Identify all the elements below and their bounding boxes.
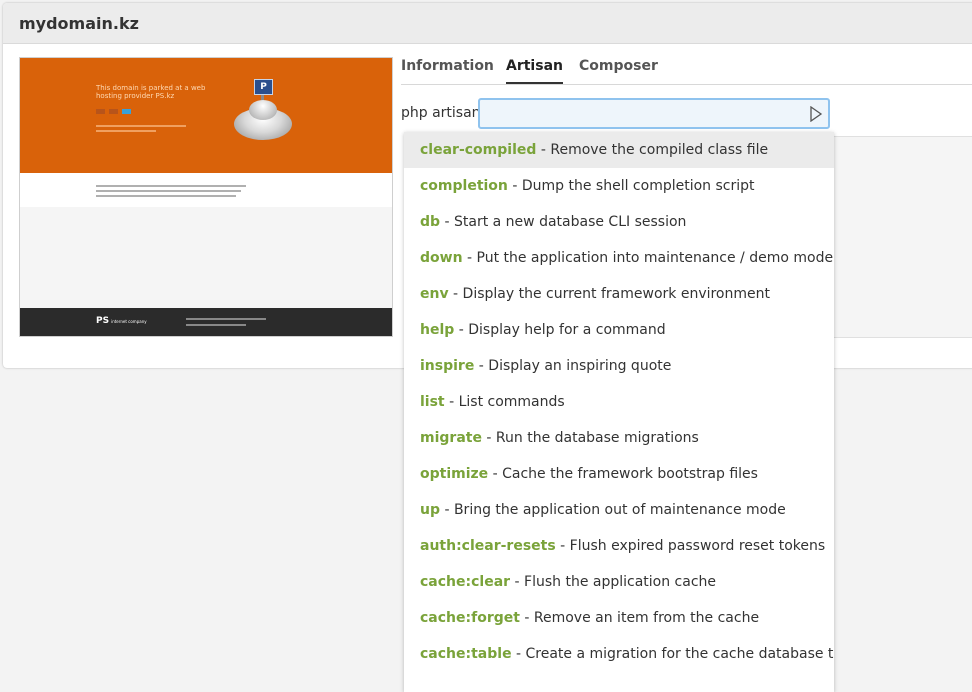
- command-prefix-label: php artisan: [401, 105, 481, 121]
- suggestion-command-name: auth:clear-resets: [420, 538, 556, 554]
- preview-logo-text: PS: [96, 316, 110, 326]
- suggestion-item[interactable]: help - Display help for a command: [404, 312, 834, 348]
- suggestion-command-name: clear-compiled: [420, 142, 537, 158]
- command-suggestions-dropdown: clear-compiled - Remove the compiled cla…: [404, 132, 834, 692]
- suggestion-description: - Display the current framework environm…: [453, 286, 770, 302]
- suggestion-command-name: cache:forget: [420, 610, 520, 626]
- preview-footer-line: [186, 324, 246, 326]
- suggestion-item[interactable]: clear-compiled - Remove the compiled cla…: [404, 132, 834, 168]
- suggestion-item[interactable]: env - Display the current framework envi…: [404, 276, 834, 312]
- artisan-command-field[interactable]: [478, 98, 830, 129]
- suggestion-command-name: db: [420, 214, 441, 230]
- suggestion-description: - Flush expired password reset tokens: [560, 538, 826, 554]
- suggestion-description: - Create a migration for the cache datab…: [516, 646, 834, 662]
- suggestion-description: - Display an inspiring quote: [478, 358, 672, 374]
- ufo-dome-icon: [249, 100, 277, 120]
- suggestion-item[interactable]: db - Start a new database CLI session: [404, 204, 834, 240]
- suggestion-command-name: migrate: [420, 430, 482, 446]
- suggestion-command-name: env: [420, 286, 449, 302]
- preview-footer: [20, 308, 392, 336]
- suggestion-description: - Cache the framework bootstrap files: [492, 466, 758, 482]
- preview-text-line: [96, 195, 236, 197]
- suggestion-command-name: help: [420, 322, 455, 338]
- card-header: [3, 3, 972, 44]
- domain-title: mydomain.kz: [19, 14, 139, 33]
- suggestion-description: - Remove an item from the cache: [524, 610, 760, 626]
- suggestion-description: - Put the application into maintenance /…: [467, 250, 834, 266]
- suggestion-command-name: completion: [420, 178, 508, 194]
- tab-bar: Information Artisan Composer: [401, 58, 972, 85]
- preview-button: [96, 109, 105, 114]
- suggestion-command-name: down: [420, 250, 463, 266]
- suggestion-item[interactable]: cache:clear - Flush the application cach…: [404, 564, 834, 600]
- tab-information[interactable]: Information: [401, 58, 494, 84]
- suggestion-description: - List commands: [449, 394, 565, 410]
- suggestion-description: - Run the database migrations: [486, 430, 699, 446]
- suggestion-item[interactable]: cache:forget - Remove an item from the c…: [404, 600, 834, 636]
- suggestion-description: - Flush the application cache: [514, 574, 717, 590]
- preview-text-line: [96, 190, 241, 192]
- preview-footer-line: [186, 318, 266, 320]
- suggestion-item[interactable]: migrate - Run the database migrations: [404, 420, 834, 456]
- parking-sign-icon: P: [254, 79, 273, 95]
- preview-text-line: [96, 125, 186, 127]
- preview-footer-logo: PS internet company: [96, 316, 147, 326]
- suggestion-command-name: cache:table: [420, 646, 512, 662]
- suggestion-description: - Dump the shell completion script: [512, 178, 755, 194]
- suggestion-description: - Display help for a command: [458, 322, 666, 338]
- preview-button: [109, 109, 118, 114]
- suggestion-item[interactable]: completion - Dump the shell completion s…: [404, 168, 834, 204]
- suggestion-item[interactable]: optimize - Cache the framework bootstrap…: [404, 456, 834, 492]
- artisan-command-input[interactable]: [484, 103, 788, 126]
- suggestion-description: - Remove the compiled class file: [540, 142, 769, 158]
- site-preview-thumbnail[interactable]: This domain is parked at a web hosting p…: [19, 57, 393, 337]
- tab-artisan[interactable]: Artisan: [506, 58, 563, 84]
- preview-button: [122, 109, 131, 114]
- suggestion-item[interactable]: inspire - Display an inspiring quote: [404, 348, 834, 384]
- suggestion-description: - Bring the application out of maintenan…: [444, 502, 786, 518]
- command-output-area: [832, 136, 972, 338]
- suggestion-description: - Start a new database CLI session: [444, 214, 687, 230]
- suggestion-item[interactable]: up - Bring the application out of mainte…: [404, 492, 834, 528]
- tab-composer[interactable]: Composer: [579, 58, 658, 84]
- suggestion-command-name: optimize: [420, 466, 489, 482]
- play-icon[interactable]: [809, 105, 823, 123]
- suggestion-command-name: list: [420, 394, 445, 410]
- preview-hero: [20, 58, 392, 173]
- preview-text-line: [96, 130, 156, 132]
- suggestion-item[interactable]: list - List commands: [404, 384, 834, 420]
- suggestion-command-name: cache:clear: [420, 574, 511, 590]
- suggestion-item[interactable]: auth:clear-resets - Flush expired passwo…: [404, 528, 834, 564]
- preview-logo-sub: internet company: [111, 319, 147, 324]
- preview-headline: This domain is parked at a web hosting p…: [96, 84, 206, 100]
- suggestion-command-name: inspire: [420, 358, 475, 374]
- preview-text-line: [96, 185, 246, 187]
- suggestion-item[interactable]: down - Put the application into maintena…: [404, 240, 834, 276]
- suggestion-command-name: up: [420, 502, 440, 518]
- suggestion-item[interactable]: cache:table - Create a migration for the…: [404, 636, 834, 672]
